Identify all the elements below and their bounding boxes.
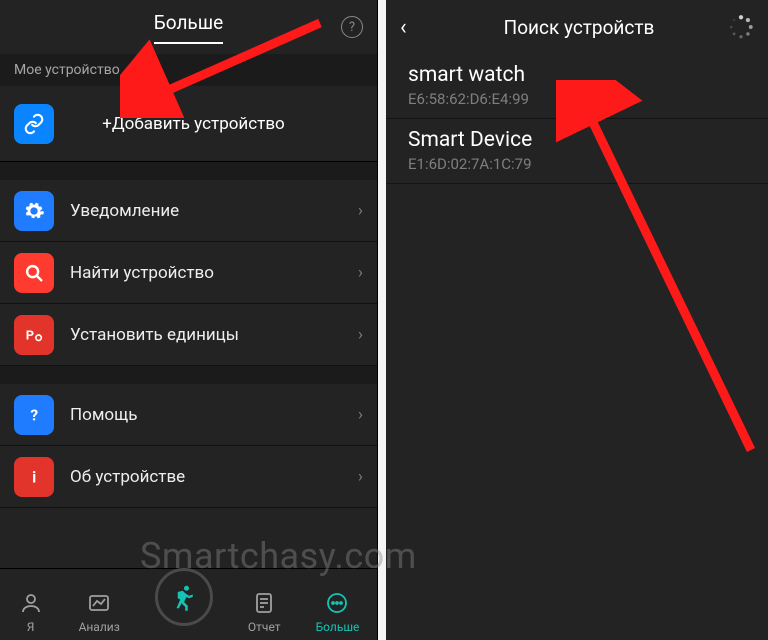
header-title: Поиск устройств <box>424 16 754 39</box>
row-label: Об устройстве <box>70 467 358 487</box>
help-icon[interactable]: ? <box>341 16 363 38</box>
row-about[interactable]: i Об устройстве › <box>0 446 377 508</box>
svg-text:?: ? <box>30 406 38 424</box>
spacer <box>0 366 377 384</box>
chevron-right-icon: › <box>358 405 363 425</box>
tab-analysis[interactable]: Анализ <box>79 590 120 634</box>
report-icon <box>251 590 277 616</box>
row-find-device[interactable]: Найти устройство › <box>0 242 377 304</box>
loading-spinner-icon <box>728 14 754 40</box>
row-help[interactable]: ? Помощь › <box>0 384 377 446</box>
header-title: Больше <box>154 11 223 44</box>
back-icon[interactable]: ‹ <box>400 15 424 40</box>
tab-label: Отчет <box>248 620 281 634</box>
tab-report[interactable]: Отчет <box>248 590 281 634</box>
row-label: Уведомление <box>70 201 358 221</box>
row-label: Найти устройство <box>70 263 358 283</box>
device-mac: E1:6D:02:7A:1C:79 <box>408 155 746 173</box>
gear-icon <box>14 191 54 231</box>
question-icon: ? <box>14 395 54 435</box>
row-label: Установить единицы <box>70 325 358 345</box>
row-label: Помощь <box>70 405 358 425</box>
tab-bar: Я Анализ Отчет Больше <box>0 568 377 640</box>
header: Больше ? <box>0 0 377 54</box>
search-icon <box>14 253 54 293</box>
section-my-device: Мое устройство <box>0 54 377 86</box>
tab-label: Я <box>27 620 35 634</box>
device-item[interactable]: smart watch E6:58:62:D6:E4:99 <box>386 54 768 119</box>
device-name: Smart Device <box>408 127 746 153</box>
chevron-right-icon: › <box>358 325 363 345</box>
chart-icon <box>86 590 112 616</box>
more-screen: Больше ? Мое устройство +Добавить устрой… <box>0 0 378 640</box>
svg-text:P: P <box>26 328 34 343</box>
spacer <box>0 162 377 180</box>
add-device-label: +Добавить устройство <box>54 114 363 134</box>
tab-me[interactable]: Я <box>18 590 44 634</box>
tab-label: Анализ <box>79 620 120 634</box>
more-icon <box>324 590 350 616</box>
units-icon: P <box>14 315 54 355</box>
person-icon <box>18 590 44 616</box>
chevron-right-icon: › <box>358 263 363 283</box>
chevron-right-icon: › <box>358 467 363 487</box>
chevron-right-icon: › <box>358 201 363 221</box>
header: ‹ Поиск устройств <box>386 0 768 54</box>
runner-icon <box>169 582 199 612</box>
device-item[interactable]: Smart Device E1:6D:02:7A:1C:79 <box>386 119 768 184</box>
add-device-row[interactable]: +Добавить устройство <box>0 86 377 162</box>
device-name: smart watch <box>408 62 746 88</box>
link-icon <box>14 104 54 144</box>
tab-label: Больше <box>316 620 360 634</box>
device-search-screen: ‹ Поиск устройств smart watch E6:58:62:D… <box>386 0 768 640</box>
tab-more[interactable]: Больше <box>316 590 360 634</box>
svg-text:i: i <box>32 468 36 486</box>
row-units[interactable]: P Установить единицы › <box>0 304 377 366</box>
device-mac: E6:58:62:D6:E4:99 <box>408 90 746 108</box>
tab-run[interactable] <box>155 568 213 626</box>
row-notifications[interactable]: Уведомление › <box>0 180 377 242</box>
info-icon: i <box>14 457 54 497</box>
